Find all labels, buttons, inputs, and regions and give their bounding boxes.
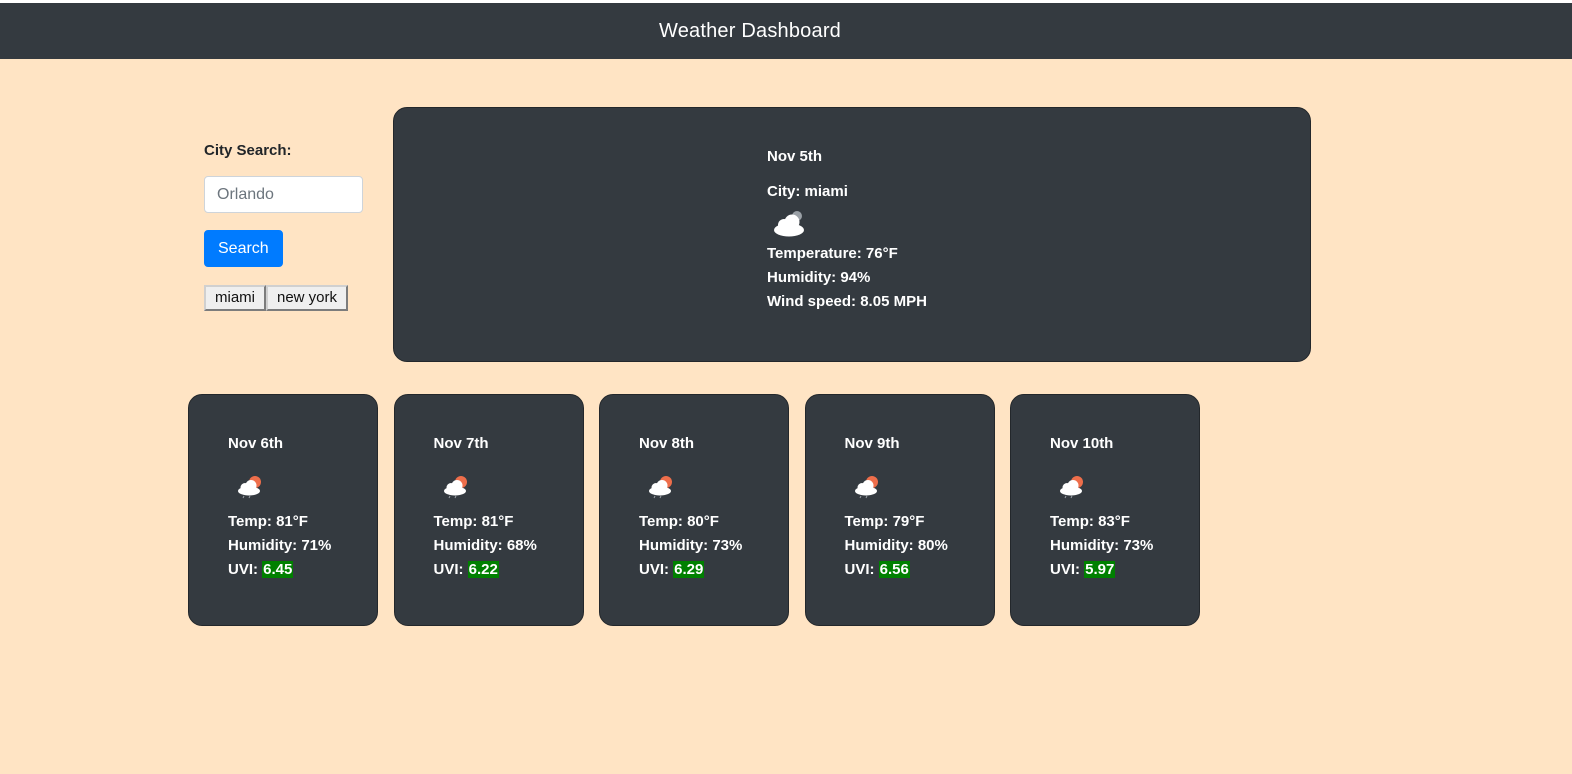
current-city-value: miami	[804, 183, 848, 200]
forecast-date: Nov 10th	[1050, 435, 1114, 452]
forecast-humidity-label: Humidity:	[228, 537, 298, 554]
wind-value: 8.05 MPH	[860, 293, 927, 310]
forecast-humidity-value: 73%	[712, 537, 743, 554]
forecast-card: Nov 6th Temp: 81°F Humidity: 71% UVI: 6.…	[188, 394, 378, 626]
forecast-humidity-value: 73%	[1123, 537, 1154, 554]
cloud-sun-icon	[854, 476, 878, 499]
uvi-badge: 6.45	[262, 561, 294, 578]
forecast-uvi-label: UVI:	[639, 561, 669, 578]
humidity-value: 94%	[840, 269, 871, 286]
forecast-temp: Temp: 83°F	[1050, 510, 1153, 534]
forecast-uvi: UVI: 6.45	[228, 558, 331, 582]
forecast-humidity-label: Humidity:	[639, 537, 709, 554]
forecast-card: Nov 9th Temp: 79°F Humidity: 80% UVI: 6.…	[804, 394, 995, 626]
forecast-card-body: Nov 9th Temp: 79°F Humidity: 80% UVI: 6.…	[845, 435, 948, 582]
forecast-humidity: Humidity: 73%	[639, 534, 742, 558]
forecast-card-body: Nov 7th Temp: 81°F Humidity: 68% UVI: 6.…	[434, 435, 537, 582]
current-date: Nov 5th	[767, 148, 823, 165]
forecast-uvi: UVI: 6.22	[434, 558, 537, 582]
forecast-humidity: Humidity: 73%	[1050, 534, 1153, 558]
forecast-temp-value: 81°F	[481, 513, 514, 530]
forecast-temp-label: Temp:	[228, 513, 272, 530]
forecast-temp-value: 80°F	[687, 513, 719, 530]
search-label: City Search:	[204, 142, 292, 159]
search-button[interactable]: Search	[204, 230, 283, 267]
temperature-label: Temperature:	[767, 245, 862, 262]
humidity-label: Humidity:	[767, 269, 837, 286]
forecast-card-body: Nov 8th Temp: 80°F Humidity: 73% UVI: 6.…	[639, 435, 742, 582]
search-history: miami new york	[204, 285, 374, 311]
forecast-date: Nov 9th	[844, 435, 900, 452]
forecast-temp: Temp: 81°F	[434, 510, 537, 534]
uvi-badge: 6.29	[673, 561, 705, 578]
forecast-temp: Temp: 80°F	[639, 510, 742, 534]
forecast-humidity: Humidity: 80%	[845, 534, 948, 558]
current-temperature: Temperature: 76°F	[767, 242, 927, 266]
search-input[interactable]	[204, 176, 363, 213]
forecast-humidity-value: 68%	[506, 537, 537, 554]
uvi-badge: 5.97	[1084, 561, 1116, 578]
navbar: Weather Dashboard	[0, 3, 1572, 59]
cloud-sun-icon	[443, 476, 467, 499]
forecast-temp-value: 83°F	[1098, 513, 1130, 530]
uvi-badge: 6.22	[467, 561, 499, 578]
forecast-date: Nov 8th	[639, 435, 695, 452]
forecast-humidity: Humidity: 71%	[228, 534, 331, 558]
forecast-humidity-label: Humidity:	[844, 537, 914, 554]
current-city-label: City:	[767, 183, 801, 200]
forecast-temp-label: Temp:	[1050, 513, 1094, 530]
forecast-card: Nov 10th Temp: 83°F Humidity: 73% UVI: 5…	[1010, 394, 1200, 626]
wind-label: Wind speed:	[767, 293, 857, 310]
forecast-card-body: Nov 10th Temp: 83°F Humidity: 73% UVI: 5…	[1050, 435, 1153, 582]
forecast-temp-value: 79°F	[892, 513, 925, 530]
forecast-humidity: Humidity: 68%	[434, 534, 537, 558]
history-button-new-york[interactable]: new york	[266, 285, 349, 311]
history-button-miami[interactable]: miami	[204, 285, 266, 311]
cloud-icon	[774, 211, 804, 237]
uvi-badge: 6.56	[878, 561, 910, 578]
current-weather-card: Nov 5th City: miami Temperature: 76°F Hu…	[393, 107, 1311, 362]
forecast-humidity-label: Humidity:	[433, 537, 503, 554]
forecast-uvi: UVI: 5.97	[1050, 558, 1153, 582]
forecast-humidity-value: 80%	[917, 537, 948, 554]
forecast-humidity-value: 71%	[301, 537, 332, 554]
search-panel: City Search: Search miami new york	[204, 142, 374, 311]
forecast-uvi: UVI: 6.56	[845, 558, 948, 582]
forecast-temp-value: 81°F	[276, 513, 308, 530]
forecast-uvi: UVI: 6.29	[639, 558, 742, 582]
forecast-temp-label: Temp:	[844, 513, 889, 530]
forecast-humidity-label: Humidity:	[1050, 537, 1120, 554]
cloud-sun-icon	[649, 476, 672, 499]
forecast-card-body: Nov 6th Temp: 81°F Humidity: 71% UVI: 6.…	[228, 435, 331, 582]
forecast-list: Nov 6th Temp: 81°F Humidity: 71% UVI: 6.…	[188, 394, 1216, 626]
forecast-date: Nov 7th	[433, 435, 489, 452]
cloud-sun-icon	[1060, 476, 1083, 499]
temperature-value: 76°F	[865, 245, 898, 262]
forecast-uvi-label: UVI:	[433, 561, 464, 578]
forecast-temp-label: Temp:	[433, 513, 478, 530]
current-wind: Wind speed: 8.05 MPH	[767, 290, 927, 314]
forecast-temp-label: Temp:	[639, 513, 683, 530]
current-weather-body: Nov 5th City: miami Temperature: 76°F Hu…	[767, 148, 927, 314]
forecast-card: Nov 7th Temp: 81°F Humidity: 68% UVI: 6.…	[393, 394, 584, 626]
forecast-uvi-label: UVI:	[844, 561, 875, 578]
current-city: City: miami	[767, 183, 927, 200]
forecast-uvi-label: UVI:	[228, 561, 258, 578]
forecast-card: Nov 8th Temp: 80°F Humidity: 73% UVI: 6.…	[599, 394, 789, 626]
page-title: Weather Dashboard	[658, 19, 842, 42]
cloud-sun-icon	[238, 476, 261, 499]
forecast-date: Nov 6th	[228, 435, 284, 452]
current-humidity: Humidity: 94%	[767, 266, 927, 290]
forecast-temp: Temp: 81°F	[228, 510, 331, 534]
forecast-temp: Temp: 79°F	[845, 510, 948, 534]
forecast-uvi-label: UVI:	[1050, 561, 1080, 578]
